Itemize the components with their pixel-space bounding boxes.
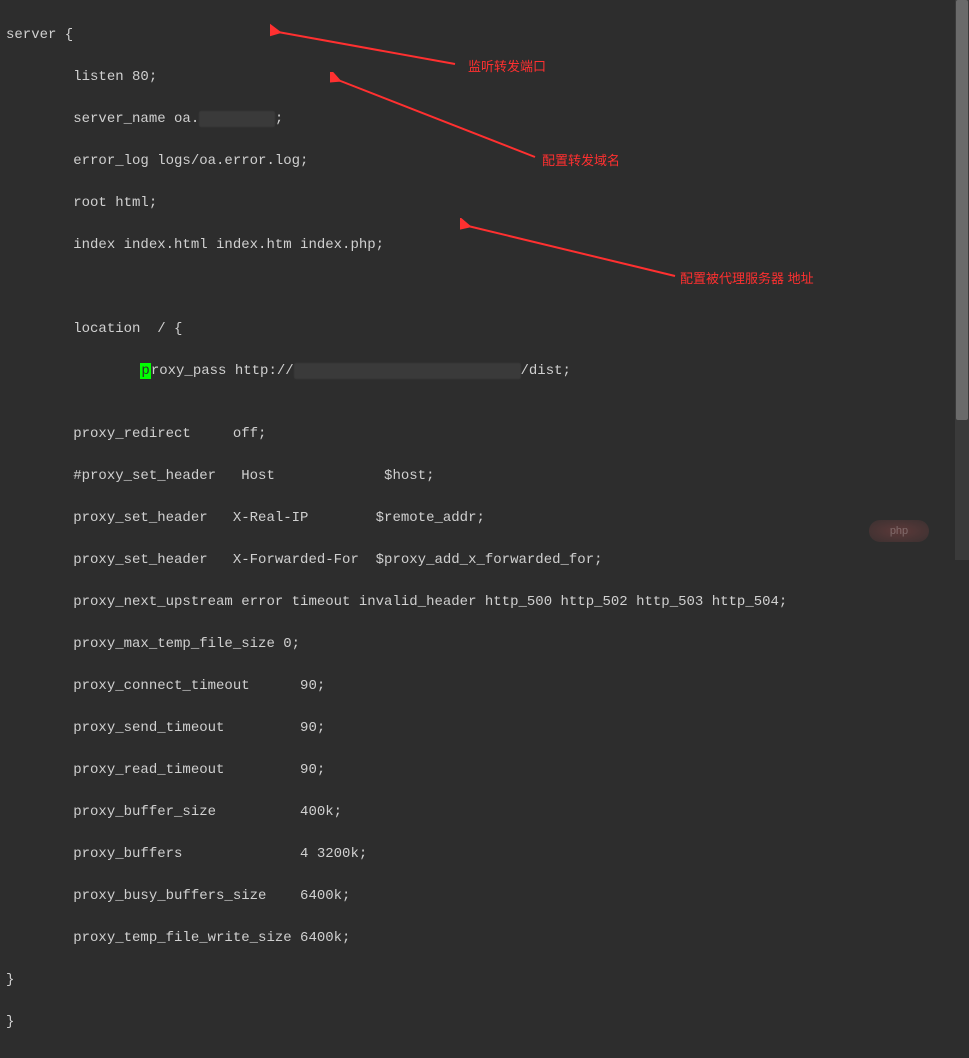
code-line: #proxy_set_header Host $host;	[6, 466, 963, 487]
code-line: listen 80;	[6, 67, 963, 88]
code-line: proxy_temp_file_write_size 6400k;	[6, 928, 963, 949]
code-line: proxy_busy_buffers_size 6400k;	[6, 886, 963, 907]
scrollbar-thumb[interactable]	[956, 0, 968, 420]
code-line: index index.html index.htm index.php;	[6, 235, 963, 256]
code-line: proxy_set_header X-Forwarded-For $proxy_…	[6, 550, 963, 571]
code-line: proxy_next_upstream error timeout invali…	[6, 592, 963, 613]
vertical-scrollbar[interactable]	[955, 0, 969, 560]
code-line: proxy_redirect off;	[6, 424, 963, 445]
code-line: proxy_read_timeout 90;	[6, 760, 963, 781]
code-line: location / {	[6, 319, 963, 340]
code-line: proxy_buffers 4 3200k;	[6, 844, 963, 865]
code-line: proxy_send_timeout 90;	[6, 718, 963, 739]
text-cursor: p	[140, 363, 150, 379]
code-line: proxy_max_temp_file_size 0;	[6, 634, 963, 655]
code-line: error_log logs/oa.error.log;	[6, 151, 963, 172]
code-line: }	[6, 970, 963, 991]
code-line: proxy_buffer_size 400k;	[6, 802, 963, 823]
code-line: server_name oa.xxxxxxxxx;	[6, 109, 963, 130]
code-line: proxy_pass http://xxxxxxxxxxxxxxxxxxxxxx…	[6, 361, 963, 382]
code-line: proxy_connect_timeout 90;	[6, 676, 963, 697]
watermark: php	[869, 520, 929, 542]
code-line: server {	[6, 25, 963, 46]
code-line: proxy_set_header X-Real-IP $remote_addr;	[6, 508, 963, 529]
redacted-url: xxxxxxxxxxxxxxxxxxxxxxxxxxx	[294, 363, 521, 379]
redacted-domain: xxxxxxxxx	[199, 111, 275, 127]
code-line: root html;	[6, 193, 963, 214]
code-line: }	[6, 1012, 963, 1033]
code-editor[interactable]: server { listen 80; server_name oa.xxxxx…	[0, 0, 969, 1058]
